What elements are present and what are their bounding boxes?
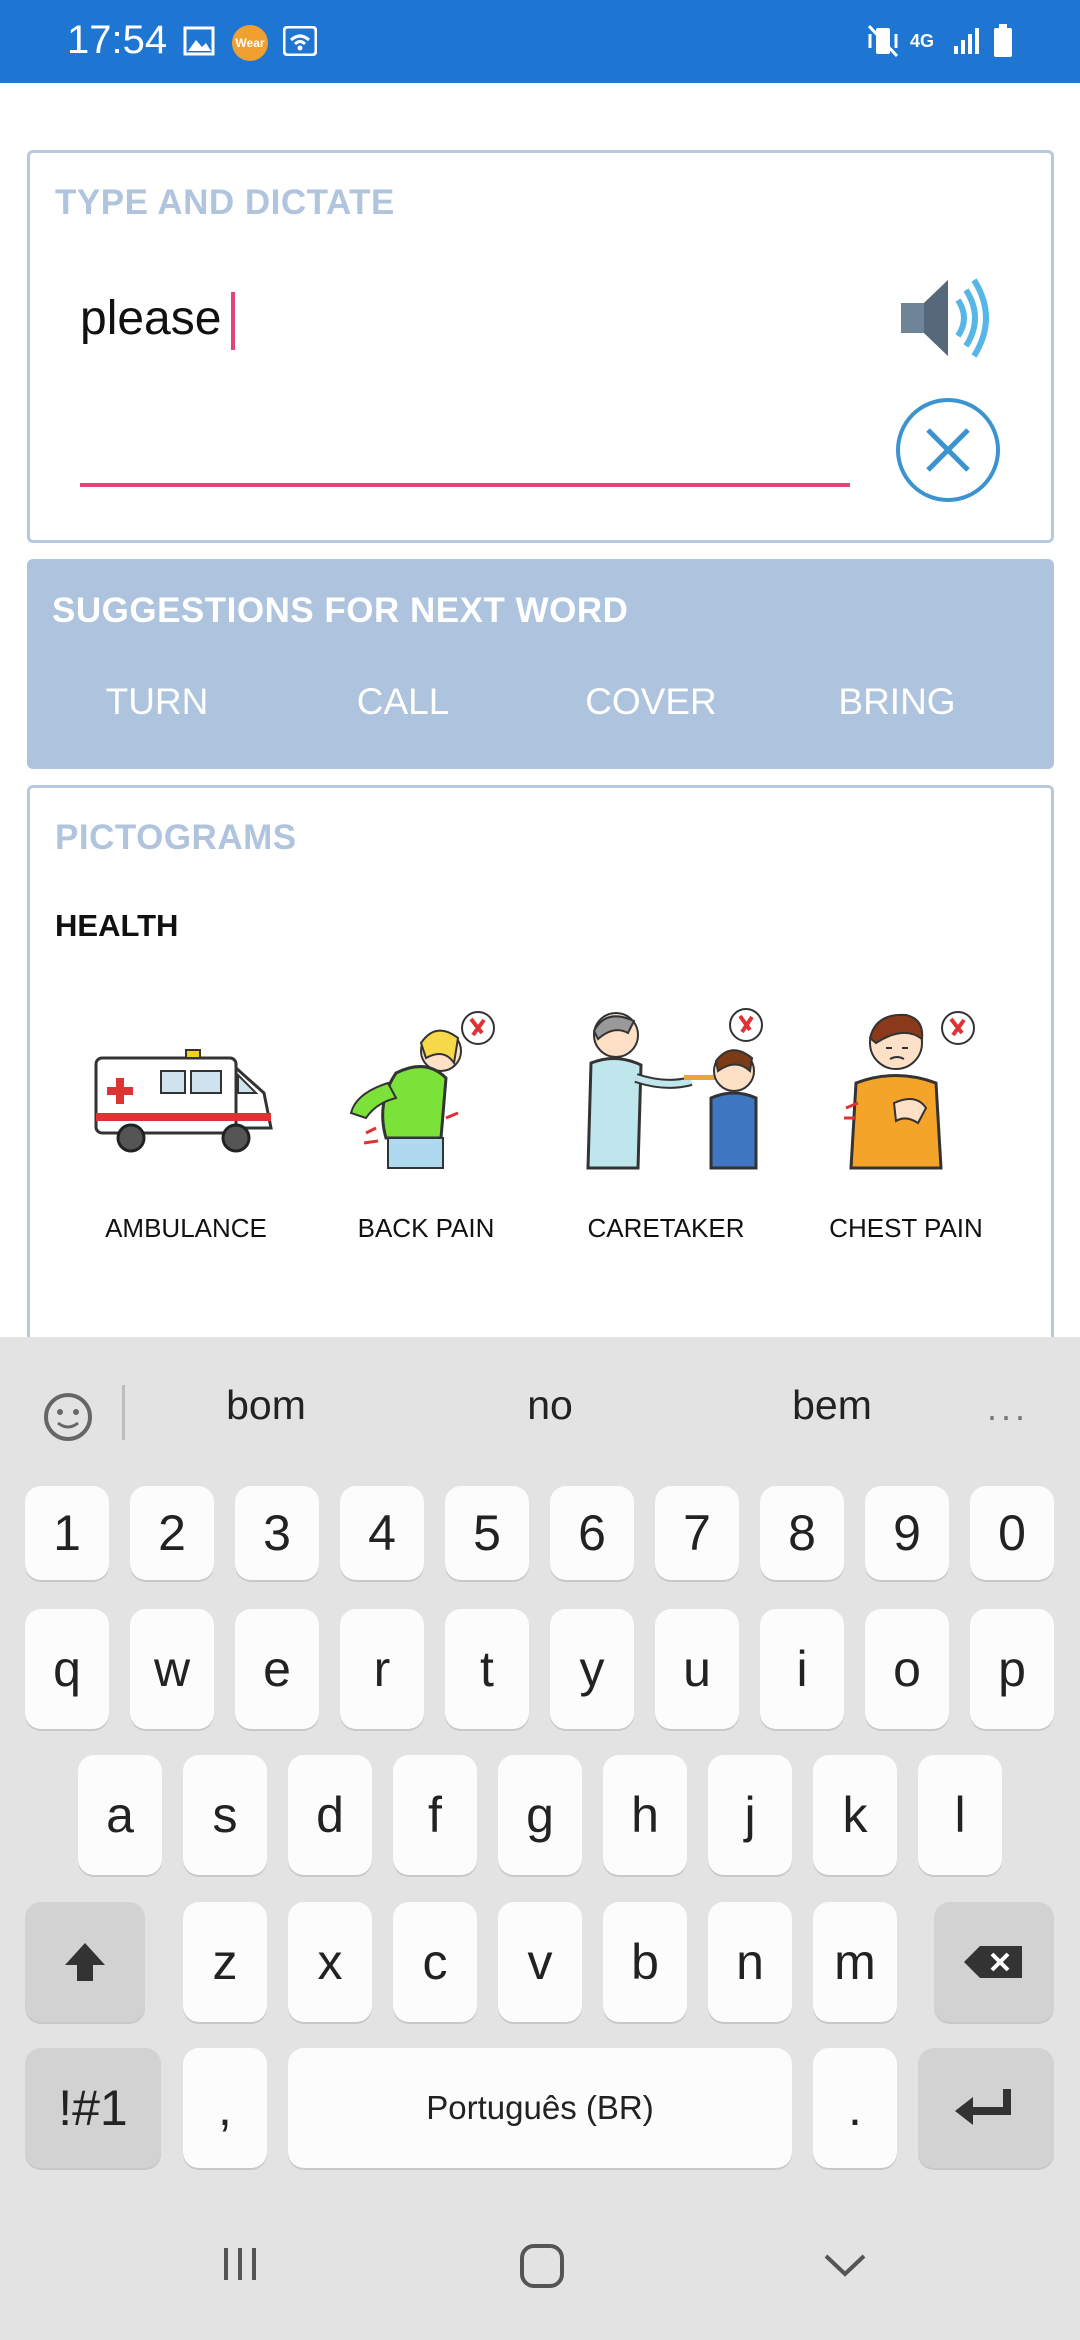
type-card-title: TYPE AND DICTATE <box>55 183 395 222</box>
key-o[interactable]: o <box>865 1609 949 1729</box>
key-r[interactable]: r <box>340 1609 424 1729</box>
back-pain-icon <box>349 1011 495 1169</box>
wear-app-icon: Wear <box>232 25 268 61</box>
signal-icon <box>952 20 982 62</box>
suggestion-word[interactable]: COVER <box>551 681 751 723</box>
key-j[interactable]: j <box>708 1755 792 1875</box>
speaker-icon <box>901 278 989 358</box>
navigation-bar <box>0 2200 1080 2340</box>
speaker-button[interactable] <box>896 268 1006 373</box>
status-bar: 17:54 Wear 4G <box>0 0 1080 83</box>
prediction-divider <box>122 1385 125 1440</box>
wifi-calling-icon <box>283 20 317 62</box>
input-underline <box>80 483 850 487</box>
pictogram-ambulance[interactable]: AMBULANCE <box>66 1003 306 1263</box>
key-8[interactable]: 8 <box>760 1486 844 1580</box>
key-e[interactable]: e <box>235 1609 319 1729</box>
suggestion-word[interactable]: BRING <box>797 681 997 723</box>
key-2[interactable]: 2 <box>130 1486 214 1580</box>
network-type-label: 4G <box>910 30 935 51</box>
enter-icon <box>955 2089 1011 2125</box>
key-b[interactable]: b <box>603 1902 687 2022</box>
key-f[interactable]: f <box>393 1755 477 1875</box>
key-c[interactable]: c <box>393 1902 477 2022</box>
period-key[interactable]: . <box>813 2048 897 2168</box>
key-1[interactable]: 1 <box>25 1486 109 1580</box>
pictogram-label: CHEST PAIN <box>829 1213 983 1243</box>
pictograms-title: PICTOGRAMS <box>55 818 297 857</box>
gallery-icon <box>183 20 215 62</box>
chest-pain-icon <box>844 1011 975 1170</box>
key-y[interactable]: y <box>550 1609 634 1729</box>
key-5[interactable]: 5 <box>445 1486 529 1580</box>
keyboard: bom no bem ··· 1234567890 qwertyuiop asdfg… <box>0 1337 1080 2340</box>
key-l[interactable]: l <box>918 1755 1002 1875</box>
key-t[interactable]: t <box>445 1609 529 1729</box>
pictogram-label: CARETAKER <box>587 1213 745 1243</box>
key-0[interactable]: 0 <box>970 1486 1054 1580</box>
typed-text: please <box>80 292 222 345</box>
backspace-icon <box>964 1946 1022 1978</box>
pictogram-label: BACK PAIN <box>357 1213 495 1243</box>
text-cursor <box>231 292 236 351</box>
next-word-suggestions: SUGGESTIONS FOR NEXT WORD TURN CALL COVE… <box>27 559 1054 769</box>
space-key[interactable]: Português (BR) <box>288 2048 792 2168</box>
recent-apps-icon[interactable] <box>218 2242 262 2291</box>
backspace-key[interactable] <box>934 1902 1054 2022</box>
shift-icon <box>65 1943 105 1981</box>
hide-keyboard-icon[interactable] <box>822 2248 868 2287</box>
suggestions-title: SUGGESTIONS FOR NEXT WORD <box>52 591 629 630</box>
prediction-word[interactable]: bem <box>732 1382 932 1429</box>
pictograms-card: PICTOGRAMS HEALTH AMBULANCE BACK PAIN CA… <box>27 785 1054 1345</box>
comma-key[interactable]: , <box>183 2048 267 2168</box>
key-6[interactable]: 6 <box>550 1486 634 1580</box>
prediction-word[interactable]: no <box>450 1382 650 1429</box>
more-options-icon[interactable]: ··· <box>986 1395 1028 1437</box>
ambulance-icon <box>94 1049 273 1153</box>
pictogram-back-pain[interactable]: BACK PAIN <box>306 1003 546 1263</box>
status-time: 17:54 <box>67 18 168 62</box>
suggestion-word[interactable]: TURN <box>57 681 257 723</box>
type-and-dictate-card: TYPE AND DICTATE please <box>27 150 1054 543</box>
key-4[interactable]: 4 <box>340 1486 424 1580</box>
prediction-bar: bom no bem ··· <box>0 1337 1080 1487</box>
close-icon <box>926 428 970 472</box>
key-z[interactable]: z <box>183 1902 267 2022</box>
key-k[interactable]: k <box>813 1755 897 1875</box>
pictogram-chest-pain[interactable]: CHEST PAIN <box>786 1003 1026 1263</box>
key-h[interactable]: h <box>603 1755 687 1875</box>
vibrate-mute-icon <box>865 20 901 62</box>
prediction-word[interactable]: bom <box>166 1382 366 1429</box>
key-p[interactable]: p <box>970 1609 1054 1729</box>
shift-key[interactable] <box>25 1902 145 2022</box>
key-d[interactable]: d <box>288 1755 372 1875</box>
clear-text-button[interactable] <box>896 398 1000 502</box>
pictogram-category: HEALTH <box>55 908 179 943</box>
key-i[interactable]: i <box>760 1609 844 1729</box>
key-n[interactable]: n <box>708 1902 792 2022</box>
pictogram-label: AMBULANCE <box>105 1213 267 1243</box>
key-x[interactable]: x <box>288 1902 372 2022</box>
caretaker-icon <box>586 1008 763 1170</box>
key-3[interactable]: 3 <box>235 1486 319 1580</box>
key-v[interactable]: v <box>498 1902 582 2022</box>
key-g[interactable]: g <box>498 1755 582 1875</box>
key-a[interactable]: a <box>78 1755 162 1875</box>
key-7[interactable]: 7 <box>655 1486 739 1580</box>
key-u[interactable]: u <box>655 1609 739 1729</box>
battery-icon <box>992 20 1014 62</box>
key-w[interactable]: w <box>130 1609 214 1729</box>
enter-key[interactable] <box>918 2048 1054 2168</box>
home-icon[interactable] <box>518 2242 566 2295</box>
key-9[interactable]: 9 <box>865 1486 949 1580</box>
key-m[interactable]: m <box>813 1902 897 2022</box>
text-input[interactable]: please <box>80 291 236 351</box>
emoji-switch-icon[interactable] <box>38 1387 98 1452</box>
key-q[interactable]: q <box>25 1609 109 1729</box>
key-s[interactable]: s <box>183 1755 267 1875</box>
suggestion-word[interactable]: CALL <box>303 681 503 723</box>
pictogram-caretaker[interactable]: CARETAKER <box>546 1003 786 1263</box>
symbols-key[interactable]: !#1 <box>25 2048 161 2168</box>
